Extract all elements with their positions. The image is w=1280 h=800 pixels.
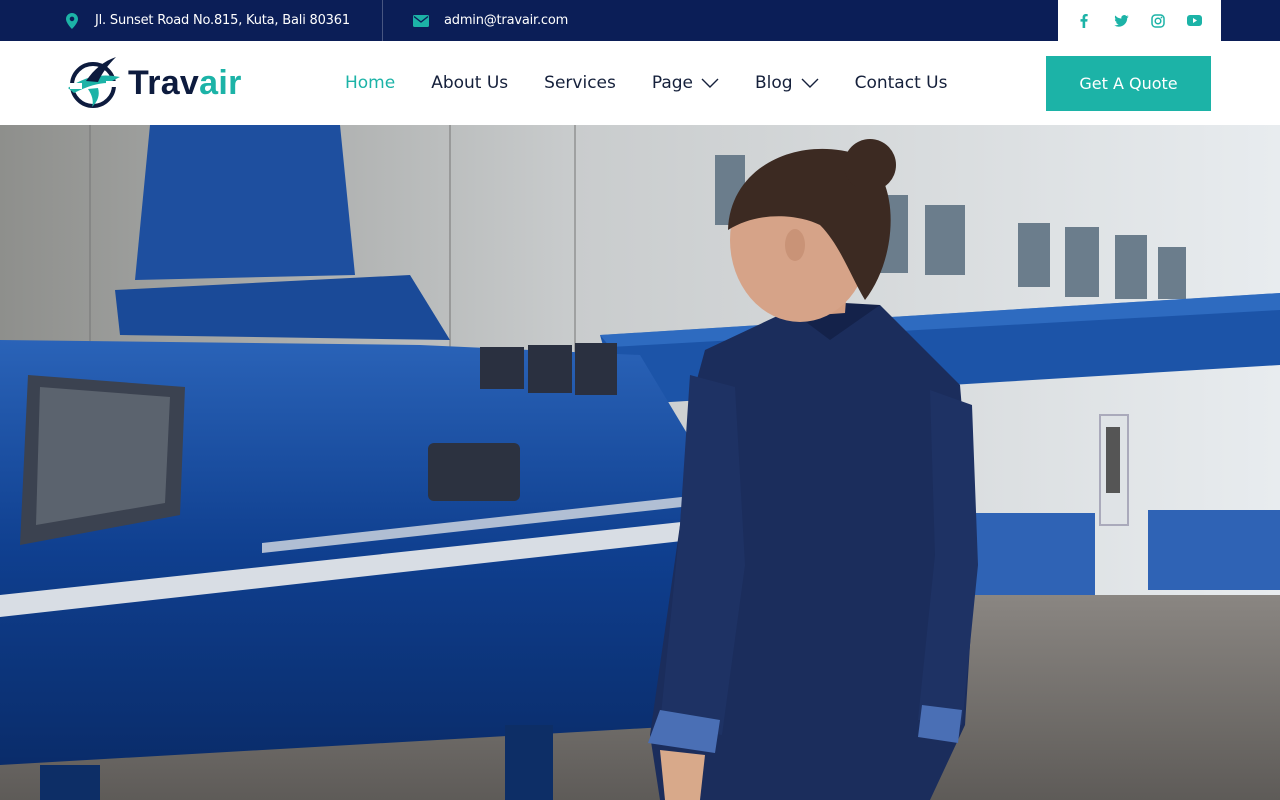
get-a-quote-button[interactable]: Get A Quote <box>1046 56 1211 111</box>
brand-name-main: Trav <box>128 63 200 102</box>
envelope-icon <box>413 13 429 29</box>
address-info: Jl. Sunset Road No.815, Kuta, Bali 80361 <box>64 0 350 41</box>
top-info-bar: Jl. Sunset Road No.815, Kuta, Bali 80361… <box>0 0 1280 41</box>
nav-label-services: Services <box>544 73 616 93</box>
brand-name-accent: air <box>199 63 242 102</box>
twitter-icon[interactable] <box>1113 13 1129 29</box>
nav-label-home: Home <box>345 73 396 93</box>
nav-item-about-us[interactable]: About Us <box>431 73 508 93</box>
nav-label-contact-us: Contact Us <box>854 73 948 93</box>
nav-item-blog[interactable]: Blog <box>755 73 819 93</box>
location-pin-icon <box>64 12 80 29</box>
nav-item-page[interactable]: Page <box>652 73 719 93</box>
chevron-down-icon <box>701 78 719 88</box>
nav-item-contact-us[interactable]: Contact Us <box>855 73 948 93</box>
main-header: Travair Home About Us Services Page Blog… <box>0 41 1280 125</box>
instagram-icon[interactable] <box>1150 13 1166 29</box>
email-link[interactable]: admin@travair.com <box>444 13 568 28</box>
brand-logo[interactable]: Travair <box>64 55 242 111</box>
address-text: Jl. Sunset Road No.815, Kuta, Bali 80361 <box>95 13 350 28</box>
plane-globe-logo-icon <box>68 57 120 108</box>
hero-image <box>0 125 1280 800</box>
facebook-icon[interactable] <box>1076 13 1092 29</box>
nav-label-page: Page <box>651 73 694 93</box>
brand-name: Travair <box>128 64 242 103</box>
hero-illustration <box>0 125 1280 800</box>
main-nav: Home About Us Services Page Blog Contact… <box>345 41 983 125</box>
social-links <box>1058 0 1221 41</box>
nav-label-blog: Blog <box>755 73 793 93</box>
nav-label-about-us: About Us <box>431 73 509 93</box>
chevron-down-icon <box>801 78 819 88</box>
nav-item-services[interactable]: Services <box>544 73 616 93</box>
nav-item-home[interactable]: Home <box>345 73 395 93</box>
topbar-divider <box>382 0 383 41</box>
email-info[interactable]: admin@travair.com <box>413 0 568 41</box>
youtube-icon[interactable] <box>1187 13 1203 29</box>
